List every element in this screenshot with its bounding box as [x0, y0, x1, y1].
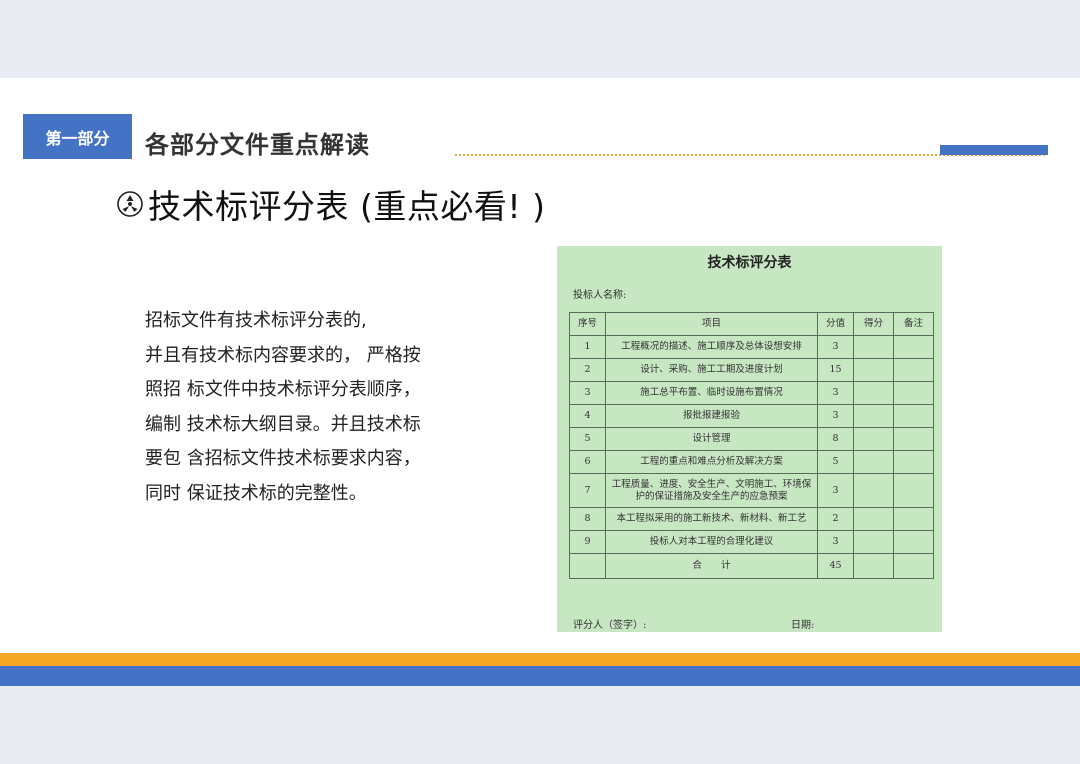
row-earned: [853, 450, 894, 474]
table-header-row: 序号 项目 分值 得分 备注: [569, 312, 934, 336]
total-label: 合 计: [605, 553, 818, 579]
table-row: 9 投标人对本工程的合理化建议 3: [569, 530, 934, 554]
row-item: 设计、采购、施工工期及进度计划: [605, 358, 818, 382]
row-earned: [853, 381, 894, 405]
row-earned: [853, 473, 894, 508]
row-item: 工程质量、进度、安全生产、文明施工、环境保护的保证措施及安全生产的应急预案: [605, 473, 818, 508]
row-no: 8: [569, 507, 606, 531]
row-remark: [893, 404, 934, 428]
row-item: 工程概况的描述、施工顺序及总体设想安排: [605, 335, 818, 359]
row-remark: [893, 450, 934, 474]
total-score: 45: [817, 553, 854, 579]
table-row: 1 工程概况的描述、施工顺序及总体设想安排 3: [569, 335, 934, 359]
table-row: 3 施工总平布置、临时设施布置情况 3: [569, 381, 934, 405]
section-badge: 第一部分: [23, 114, 132, 159]
row-score: 3: [817, 530, 854, 554]
table-row: 5 设计管理 8: [569, 427, 934, 451]
date-label: 日期:: [791, 620, 815, 631]
score-table: 序号 项目 分值 得分 备注 1 工程概况的描述、施工顺序及总体设想安排 3 2…: [569, 312, 934, 579]
table-row: 2 设计、采购、施工工期及进度计划 15: [569, 358, 934, 382]
row-item: 投标人对本工程的合理化建议: [605, 530, 818, 554]
row-item: 工程的重点和难点分析及解决方案: [605, 450, 818, 474]
table-row: 7 工程质量、进度、安全生产、文明施工、环境保护的保证措施及安全生产的应急预案 …: [569, 473, 934, 508]
col-header-score: 分值: [817, 312, 854, 336]
footer-band-orange: [0, 653, 1080, 666]
table-total-row: 合 计 45: [569, 553, 934, 579]
table-row: 8 本工程拟采用的施工新技术、新材料、新工艺 2: [569, 507, 934, 531]
total-no: [569, 553, 606, 579]
row-remark: [893, 530, 934, 554]
row-item: 本工程拟采用的施工新技术、新材料、新工艺: [605, 507, 818, 531]
col-header-remark: 备注: [893, 312, 934, 336]
col-header-item: 项目: [605, 312, 818, 336]
row-remark: [893, 335, 934, 359]
table-row: 4 报批报建报验 3: [569, 404, 934, 428]
row-score: 3: [817, 335, 854, 359]
row-item: 设计管理: [605, 427, 818, 451]
col-header-earned: 得分: [853, 312, 894, 336]
row-score: 2: [817, 507, 854, 531]
row-remark: [893, 381, 934, 405]
slide-heading: 技术标评分表 (重点必看! ): [116, 180, 545, 228]
radiation-circle-icon: [117, 191, 143, 217]
row-score: 15: [817, 358, 854, 382]
table-row: 6 工程的重点和难点分析及解决方案 5: [569, 450, 934, 474]
row-item: 报批报建报验: [605, 404, 818, 428]
row-earned: [853, 507, 894, 531]
row-no: 1: [569, 335, 606, 359]
row-earned: [853, 530, 894, 554]
row-no: 9: [569, 530, 606, 554]
row-score: 8: [817, 427, 854, 451]
row-remark: [893, 358, 934, 382]
total-remark: [893, 553, 934, 579]
row-remark: [893, 473, 934, 508]
signer-label: 评分人（签字）:: [573, 620, 647, 631]
bidder-name-label: 投标人名称:: [573, 290, 627, 301]
row-score: 5: [817, 450, 854, 474]
row-score: 3: [817, 404, 854, 428]
header-rule-accent: [940, 145, 1048, 155]
row-remark: [893, 507, 934, 531]
row-no: 3: [569, 381, 606, 405]
row-no: 7: [569, 473, 606, 508]
footer-band-blue: [0, 666, 1080, 686]
row-no: 4: [569, 404, 606, 428]
row-no: 5: [569, 427, 606, 451]
row-earned: [853, 335, 894, 359]
body-paragraph: 招标文件有技术标评分表的, 并且有技术标内容要求的， 严格按 照招 标文件中技术…: [145, 310, 421, 504]
form-title: 技术标评分表: [707, 255, 792, 271]
row-score: 3: [817, 381, 854, 405]
row-earned: [853, 404, 894, 428]
scoring-form-image: 技术标评分表 投标人名称: 序号 项目 分值 得分 备注 1 工程概况的描述、施…: [557, 246, 942, 632]
row-item: 施工总平布置、临时设施布置情况: [605, 381, 818, 405]
row-no: 2: [569, 358, 606, 382]
section-title: 各部分文件重点解读: [145, 131, 370, 159]
row-earned: [853, 427, 894, 451]
row-earned: [853, 358, 894, 382]
heading-text: 技术标评分表 (重点必看! ): [148, 187, 546, 226]
col-header-no: 序号: [569, 312, 606, 336]
row-remark: [893, 427, 934, 451]
row-score: 3: [817, 473, 854, 508]
row-no: 6: [569, 450, 606, 474]
total-earned: [853, 553, 894, 579]
